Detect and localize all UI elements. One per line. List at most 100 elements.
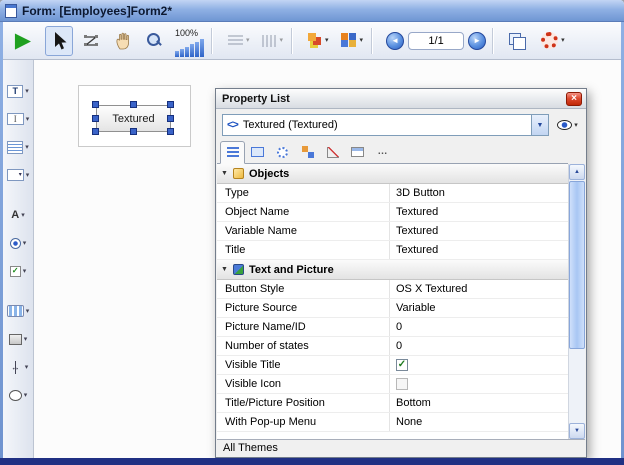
tool-list-box[interactable]: ▾	[7, 138, 29, 156]
tool-text[interactable]: T▾	[7, 82, 29, 100]
property-tab-nodes[interactable]	[295, 141, 320, 163]
collapse-triangle-icon[interactable]: ▼	[221, 266, 228, 273]
property-value[interactable]: 0	[389, 318, 568, 336]
property-row[interactable]: Title/Picture PositionBottom	[217, 394, 568, 413]
align-menu-button[interactable]: ▾	[226, 27, 252, 55]
section-header-text-picture[interactable]: ▼Text and Picture	[217, 260, 568, 280]
tool-checkbox[interactable]: ✓▾	[10, 262, 27, 280]
property-row[interactable]: Button StyleOS X Textured	[217, 280, 568, 299]
scrollbar-thumb[interactable]	[569, 181, 585, 349]
selection-handle[interactable]	[167, 128, 174, 135]
selection-handle[interactable]	[167, 101, 174, 108]
themes-footer[interactable]: All Themes	[217, 439, 585, 456]
arrow-right-icon: ►	[473, 36, 481, 45]
checkbox-unchecked-icon[interactable]	[396, 378, 408, 390]
property-value[interactable]: Variable	[389, 299, 568, 317]
property-row[interactable]: Visible Title ✓	[217, 356, 568, 375]
zoom-tool-button[interactable]	[141, 26, 169, 56]
distribute-menu-button[interactable]: ▾	[260, 27, 286, 55]
checkbox-checked-icon[interactable]: ✓	[396, 359, 408, 371]
style-menu-button[interactable]: ▾	[339, 27, 366, 55]
prev-page-button[interactable]: ◄	[386, 32, 404, 50]
property-list-titlebar[interactable]: Property List ×	[216, 89, 586, 109]
tool-radio-button[interactable]: ▾	[10, 234, 27, 252]
property-row[interactable]: Visible Icon	[217, 375, 568, 394]
selection-handle[interactable]	[92, 128, 99, 135]
property-value[interactable]: Textured	[389, 222, 568, 240]
page-indicator[interactable]: 1/1	[408, 32, 464, 50]
titlebar[interactable]: Form: [Employees]Form2*	[0, 0, 624, 22]
property-value[interactable]: ✓	[389, 356, 568, 374]
color-menu-button[interactable]: ▾	[306, 27, 331, 55]
tool-button-grid[interactable]: ▾	[7, 302, 30, 320]
combo-dropdown-button[interactable]: ▼	[531, 115, 548, 135]
property-value[interactable]: Textured	[389, 241, 568, 259]
chevron-down-icon: ▾	[246, 37, 250, 44]
chevron-down-icon[interactable]: ▾	[23, 268, 27, 275]
pointer-tool-button[interactable]	[45, 26, 73, 56]
scroll-down-button[interactable]: ▼	[569, 423, 585, 439]
visibility-menu-button[interactable]: ▾	[553, 115, 582, 135]
property-value[interactable]: OS X Textured	[389, 280, 568, 298]
property-row[interactable]: Type3D Button	[217, 184, 568, 203]
property-row[interactable]: With Pop-up MenuNone	[217, 413, 568, 432]
close-icon[interactable]: ×	[566, 92, 582, 106]
property-tab-screen[interactable]	[245, 141, 270, 163]
property-scrollbar[interactable]: ▲ ▼	[568, 164, 585, 439]
property-row[interactable]: Picture SourceVariable	[217, 299, 568, 318]
selection-handle[interactable]	[130, 101, 137, 108]
windows-list-button[interactable]	[503, 26, 531, 56]
chevron-down-icon[interactable]: ▾	[26, 116, 30, 123]
chevron-down-icon[interactable]: ▾	[25, 88, 29, 95]
property-row[interactable]: Number of states0	[217, 337, 568, 356]
property-row[interactable]: Variable NameTextured	[217, 222, 568, 241]
property-row[interactable]: Picture Name/ID0	[217, 318, 568, 337]
zoom-control[interactable]: 100%	[175, 25, 205, 57]
chevron-down-icon[interactable]: ▾	[26, 308, 30, 315]
chevron-down-icon[interactable]: ▾	[23, 240, 27, 247]
property-tab-gear[interactable]	[270, 141, 295, 163]
scroll-up-button[interactable]: ▲	[569, 164, 585, 180]
zigzag-tool-button[interactable]	[77, 26, 105, 56]
property-row[interactable]: Object NameTextured	[217, 203, 568, 222]
property-tab-chart[interactable]	[320, 141, 345, 163]
selection-handle[interactable]	[92, 101, 99, 108]
property-row[interactable]: TitleTextured	[217, 241, 568, 260]
chevron-down-icon[interactable]: ▾	[25, 144, 29, 151]
property-tab-list[interactable]	[220, 141, 245, 164]
selection-handle[interactable]	[167, 115, 174, 122]
tool-combo-box[interactable]: ▾▾	[7, 166, 30, 184]
property-list-title: Property List	[222, 93, 566, 105]
property-value[interactable]: 0	[389, 337, 568, 355]
tool-label[interactable]: A▾	[11, 206, 24, 224]
property-value[interactable]: 3D Button	[389, 184, 568, 202]
tool-splitter[interactable]: ↔▾	[8, 358, 29, 376]
chevron-down-icon[interactable]: ▾	[24, 392, 28, 399]
property-name: Visible Icon	[217, 375, 389, 393]
chevron-down-icon[interactable]: ▾	[24, 336, 28, 343]
section-header-objects[interactable]: ▼Objects	[217, 164, 568, 184]
next-page-button[interactable]: ►	[468, 32, 486, 50]
property-value[interactable]: Textured	[389, 203, 568, 221]
settings-menu-button[interactable]: ▾	[539, 27, 567, 55]
property-value[interactable]: Bottom	[389, 394, 568, 412]
property-tab-monitor[interactable]	[345, 141, 370, 163]
tool-rectangle[interactable]: ▾	[9, 330, 28, 348]
property-value[interactable]	[389, 375, 568, 393]
chevron-down-icon[interactable]: ▾	[25, 364, 29, 371]
gear-icon	[541, 32, 558, 49]
object-selector-combo[interactable]: <> Textured (Textured) ▼	[222, 114, 549, 136]
run-form-button[interactable]: ▶	[9, 26, 37, 56]
zoom-bars-icon[interactable]	[175, 39, 205, 57]
hand-tool-button[interactable]	[109, 26, 137, 56]
tool-input[interactable]: I▾	[7, 110, 30, 128]
tool-oval[interactable]: ▾	[9, 386, 28, 404]
chevron-down-icon[interactable]: ▾	[26, 172, 30, 179]
property-value[interactable]: None	[389, 413, 568, 431]
selection-handle[interactable]	[130, 128, 137, 135]
chevron-down-icon[interactable]: ▾	[21, 212, 25, 219]
selection-handle[interactable]	[92, 115, 99, 122]
property-tab-more[interactable]: …	[370, 141, 395, 163]
collapse-triangle-icon[interactable]: ▼	[221, 170, 228, 177]
property-name: Visible Title	[217, 356, 389, 374]
